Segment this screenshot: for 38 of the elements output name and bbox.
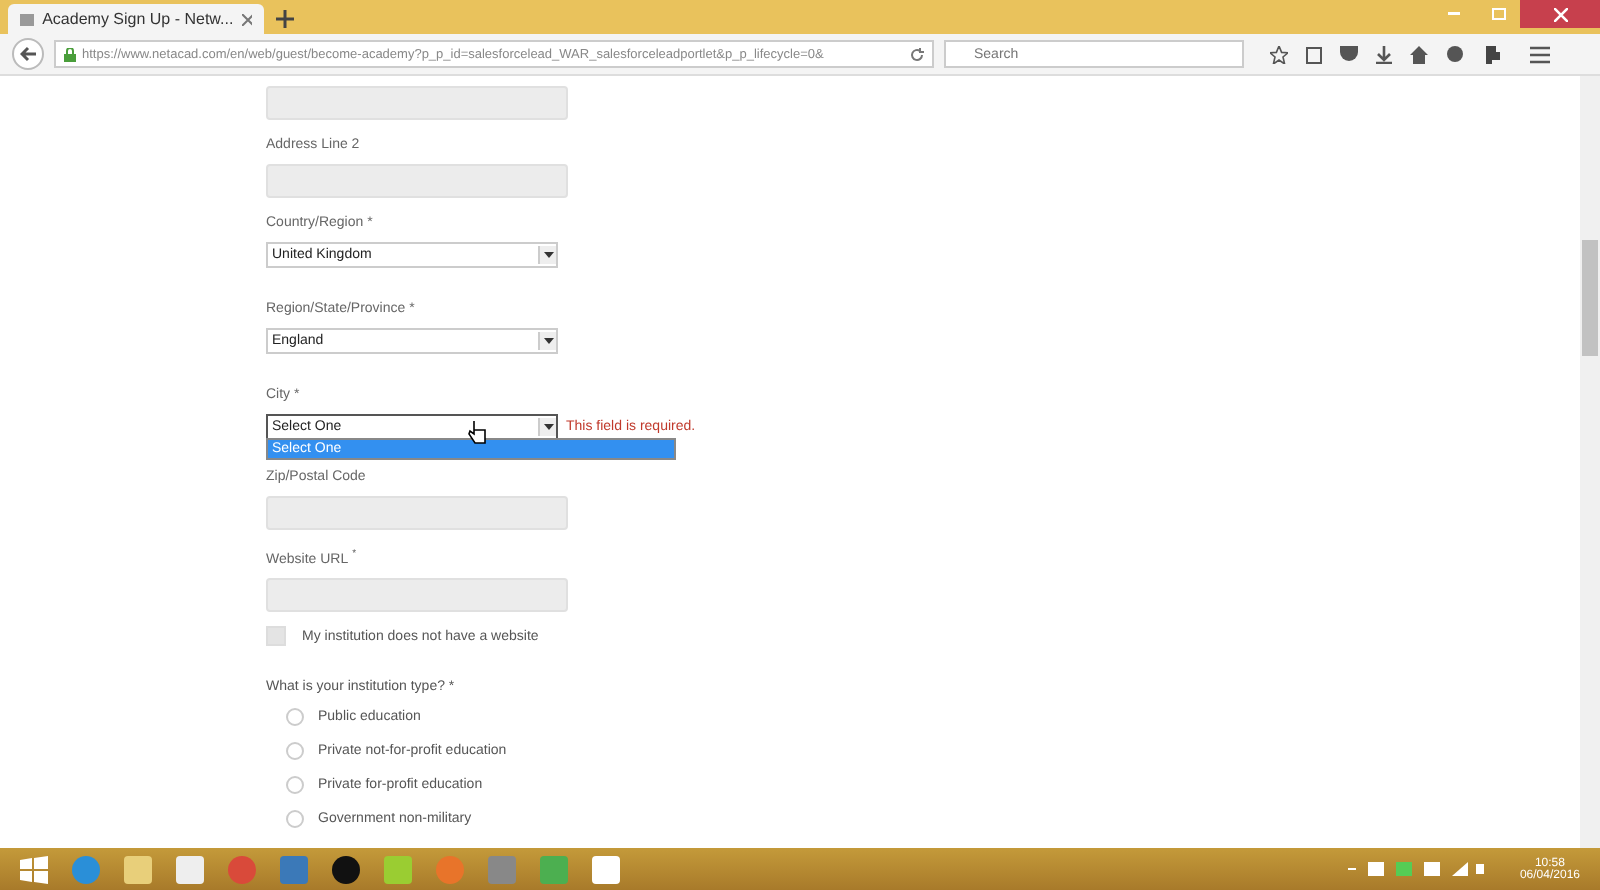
back-arrow-icon	[20, 46, 36, 62]
scrollbar[interactable]	[1580, 76, 1600, 848]
text-field[interactable]	[266, 578, 568, 613]
close-icon[interactable]	[241, 13, 252, 25]
tray-icons-drawing[interactable]	[1347, 860, 1488, 878]
page-icon	[20, 13, 35, 25]
text-field[interactable]	[266, 496, 568, 530]
back-button[interactable]	[12, 38, 44, 70]
reload-icon[interactable]	[910, 47, 924, 61]
browser-tab[interactable]: Academy Sign Up - Netw...	[8, 4, 264, 34]
close-button[interactable]	[1520, 0, 1600, 28]
browser-icon[interactable]	[228, 855, 256, 883]
lock-icon	[64, 47, 76, 61]
document-icon[interactable]	[176, 855, 204, 883]
new-tab-icon[interactable]	[276, 10, 294, 28]
radio-button[interactable]	[286, 810, 304, 829]
caret-icon	[543, 424, 553, 430]
minimize-icon	[1448, 12, 1460, 16]
star-icon[interactable]	[1270, 45, 1288, 63]
browser-icon[interactable]	[436, 855, 464, 883]
radio-button[interactable]	[286, 708, 304, 727]
caret-icon	[543, 338, 553, 344]
maximize-icon	[1491, 8, 1505, 20]
close-icon	[1553, 7, 1567, 21]
caret-icon	[543, 252, 553, 258]
radio-button[interactable]	[286, 742, 304, 761]
pocket-icon[interactable]	[1340, 45, 1358, 63]
clipboard-icon[interactable]	[1306, 45, 1322, 63]
checkbox[interactable]	[266, 626, 286, 647]
text-field[interactable]	[266, 164, 568, 198]
text-field[interactable]	[266, 86, 568, 120]
start-icon[interactable]	[20, 855, 48, 883]
play-icon[interactable]	[384, 855, 412, 883]
browser-icon[interactable]	[72, 855, 100, 883]
home-icon[interactable]	[1410, 45, 1428, 63]
folder-icon[interactable]	[124, 855, 152, 883]
download-icon[interactable]	[1376, 45, 1392, 63]
radio-button[interactable]	[286, 776, 304, 795]
